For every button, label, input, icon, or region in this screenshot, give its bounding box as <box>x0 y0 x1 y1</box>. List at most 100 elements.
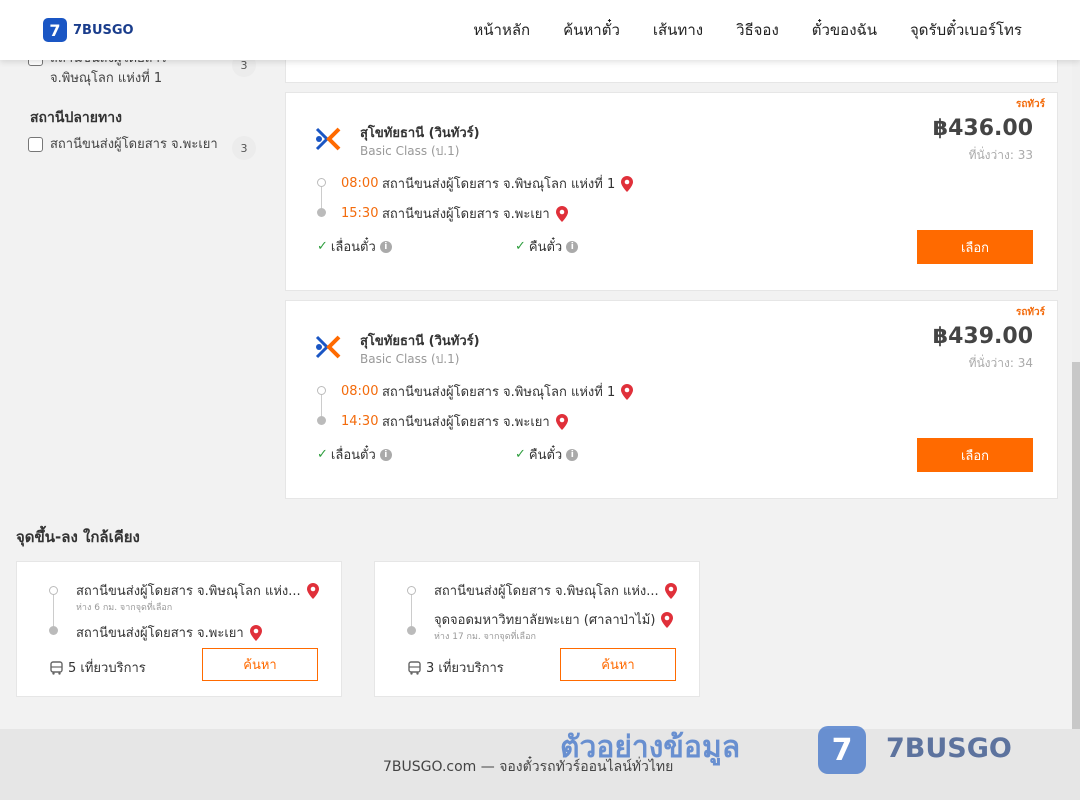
bus-class: Basic Class (ป.1) <box>360 352 460 366</box>
sample-watermark: ตัวอย่างข้อมูล <box>560 730 741 765</box>
nearby-trips-label: 5 เที่ยวบริการ <box>68 661 146 676</box>
depart-time: 08:00 <box>341 176 379 191</box>
check-icon: ✓ <box>317 239 328 254</box>
nearby-search-button[interactable]: ค้นหา <box>560 648 676 681</box>
nearby-trips-label: 3 เที่ยวบริการ <box>426 661 504 676</box>
destination-station-count: 3 <box>232 136 256 160</box>
refund-policy: ✓ คืนตั๋ว i <box>515 444 579 465</box>
nearby-to-stop: จุดจอดมหาวิทยาลัยพะเยา (ศาลาป่าไม้) <box>434 613 656 628</box>
map-pin-icon[interactable] <box>555 205 568 222</box>
bus-class: Basic Class (ป.1) <box>360 144 460 158</box>
destination-station-checkbox[interactable] <box>28 137 43 152</box>
nearby-route-card: สถานีขนส่งผู้โดยสาร จ.พิษณุโลก แห่ง... จ… <box>374 561 700 697</box>
route-line <box>411 590 412 628</box>
nearby-title: จุดขึ้น-ลง ใกล้เคียง <box>16 528 140 546</box>
map-pin-icon[interactable] <box>306 582 319 599</box>
map-pin-icon[interactable] <box>249 624 262 641</box>
trip-price: ฿436.00 <box>932 116 1033 141</box>
map-pin-icon[interactable] <box>661 611 674 628</box>
trip-price: ฿439.00 <box>932 324 1033 349</box>
scrollbar-thumb[interactable] <box>1072 362 1080 729</box>
depart-stop: สถานีขนส่งผู้โดยสาร จ.พิษณุโลก แห่งที่ 1 <box>382 385 616 400</box>
bus-icon <box>408 660 421 675</box>
nav-routes[interactable]: เส้นทาง <box>653 18 703 42</box>
to-dot <box>49 626 58 635</box>
map-pin-icon[interactable] <box>664 582 677 599</box>
check-icon: ✓ <box>515 239 526 254</box>
depart-dot <box>317 386 326 395</box>
nav-my-tickets[interactable]: ตั๋วของฉัน <box>812 18 877 42</box>
map-pin-icon[interactable] <box>621 175 634 192</box>
from-dot <box>49 586 58 595</box>
top-header: 7 7BUSGO หน้าหลัก ค้นหาตั๋ว เส้นทาง วิธี… <box>0 0 1080 60</box>
route-line <box>53 590 54 628</box>
operator-name: สุโขทัยธานี (วินทัวร์) <box>360 334 480 349</box>
logo-mark: 7 <box>43 18 67 42</box>
check-icon: ✓ <box>515 447 526 462</box>
logo-text: 7BUSGO <box>73 22 134 38</box>
reschedule-label: เลื่อนตั๋ว <box>330 240 376 255</box>
reschedule-label: เลื่อนตั๋ว <box>330 448 376 463</box>
check-icon: ✓ <box>317 447 328 462</box>
watermark-logo-text: 7BUSGO <box>886 733 1012 764</box>
bus-type-tag: รถทัวร์ <box>1015 307 1045 318</box>
info-icon[interactable]: i <box>379 448 392 461</box>
depart-stop: สถานีขนส่งผู้โดยสาร จ.พิษณุโลก แห่งที่ 1 <box>382 177 616 192</box>
refund-label: คืนตั๋ว <box>528 240 563 255</box>
to-dot <box>407 626 416 635</box>
site-logo[interactable]: 7 7BUSGO <box>43 18 134 42</box>
filter-destination-station[interactable]: สถานีขนส่งผู้โดยสาร จ.พะเยา 3 <box>28 135 256 160</box>
bus-icon <box>50 660 63 675</box>
arrive-row: 14:30 สถานีขนส่งผู้โดยสาร จ.พะเยา <box>341 411 568 432</box>
reschedule-policy: ✓ เลื่อนตั๋ว i <box>317 444 392 465</box>
nearby-to-stop: สถานีขนส่งผู้โดยสาร จ.พะเยา <box>76 626 244 641</box>
depart-time: 08:00 <box>341 384 379 399</box>
route-line <box>321 391 322 419</box>
operator-logo-icon <box>315 127 341 151</box>
nav-how-to-book[interactable]: วิธีจอง <box>736 18 779 42</box>
nearby-to-row: สถานีขนส่งผู้โดยสาร จ.พะเยา <box>76 622 262 643</box>
bus-type-tag: รถทัวร์ <box>1015 99 1045 110</box>
depart-row: 08:00 สถานีขนส่งผู้โดยสาร จ.พิษณุโลก แห่… <box>341 173 634 194</box>
info-icon[interactable]: i <box>566 448 579 461</box>
nearby-to-row: จุดจอดมหาวิทยาลัยพะเยา (ศาลาป่าไม้) <box>434 609 674 630</box>
map-pin-icon[interactable] <box>555 413 568 430</box>
operator-name: สุโขทัยธานี (วินทัวร์) <box>360 126 480 141</box>
nearby-route-card: สถานีขนส่งผู้โดยสาร จ.พิษณุโลก แห่ง... ห… <box>16 561 342 697</box>
nav-search-tickets[interactable]: ค้นหาตั๋ว <box>563 18 620 42</box>
arrive-stop: สถานีขนส่งผู้โดยสาร จ.พะเยา <box>382 207 550 222</box>
nearby-trip-count: 3 เที่ยวบริการ <box>408 657 504 678</box>
map-pin-icon[interactable] <box>621 383 634 400</box>
nearby-from-distance: ห่าง 6 กม. จากจุดที่เลือก <box>76 603 173 613</box>
destination-heading: สถานีปลายทาง <box>30 110 122 126</box>
arrive-time: 14:30 <box>341 414 379 429</box>
nearby-trip-count: 5 เที่ยวบริการ <box>50 657 146 678</box>
trip-card: รถทัวร์ สุโขทัยธานี (วินทัวร์) Basic Cla… <box>285 92 1058 291</box>
info-icon[interactable]: i <box>566 240 579 253</box>
select-trip-button[interactable]: เลือก <box>917 438 1033 472</box>
nearby-from-row: สถานีขนส่งผู้โดยสาร จ.พิษณุโลก แห่ง... <box>76 580 319 601</box>
destination-station-label: สถานีขนส่งผู้โดยสาร จ.พะเยา <box>50 137 218 152</box>
depart-dot <box>317 178 326 187</box>
nearby-from-stop: สถานีขนส่งผู้โดยสาร จ.พิษณุโลก แห่ง... <box>76 584 301 599</box>
seats-available: ที่นั่งว่าง: 33 <box>968 148 1033 162</box>
nearby-from-row: สถานีขนส่งผู้โดยสาร จ.พิษณุโลก แห่ง... <box>434 580 677 601</box>
nav-ticket-pickup[interactable]: จุดรับตั๋วเบอร์โทร <box>910 18 1022 42</box>
route-line <box>321 183 322 211</box>
reschedule-policy: ✓ เลื่อนตั๋ว i <box>317 236 392 257</box>
nearby-to-distance: ห่าง 17 กม. จากจุดที่เลือก <box>434 632 536 642</box>
arrive-stop: สถานีขนส่งผู้โดยสาร จ.พะเยา <box>382 415 550 430</box>
nearby-search-button[interactable]: ค้นหา <box>202 648 318 681</box>
nearby-from-stop: สถานีขนส่งผู้โดยสาร จ.พิษณุโลก แห่ง... <box>434 584 659 599</box>
trip-card: รถทัวร์ สุโขทัยธานี (วินทัวร์) Basic Cla… <box>285 300 1058 499</box>
arrive-row: 15:30 สถานีขนส่งผู้โดยสาร จ.พะเยา <box>341 203 568 224</box>
select-trip-button[interactable]: เลือก <box>917 230 1033 264</box>
refund-label: คืนตั๋ว <box>528 448 563 463</box>
operator-logo-icon <box>315 335 341 359</box>
seats-available: ที่นั่งว่าง: 34 <box>968 356 1033 370</box>
info-icon[interactable]: i <box>379 240 392 253</box>
arrive-dot <box>317 208 326 217</box>
depart-row: 08:00 สถานีขนส่งผู้โดยสาร จ.พิษณุโลก แห่… <box>341 381 634 402</box>
watermark-logo-mark: 7 <box>818 726 866 774</box>
nav-home[interactable]: หน้าหลัก <box>473 18 530 42</box>
